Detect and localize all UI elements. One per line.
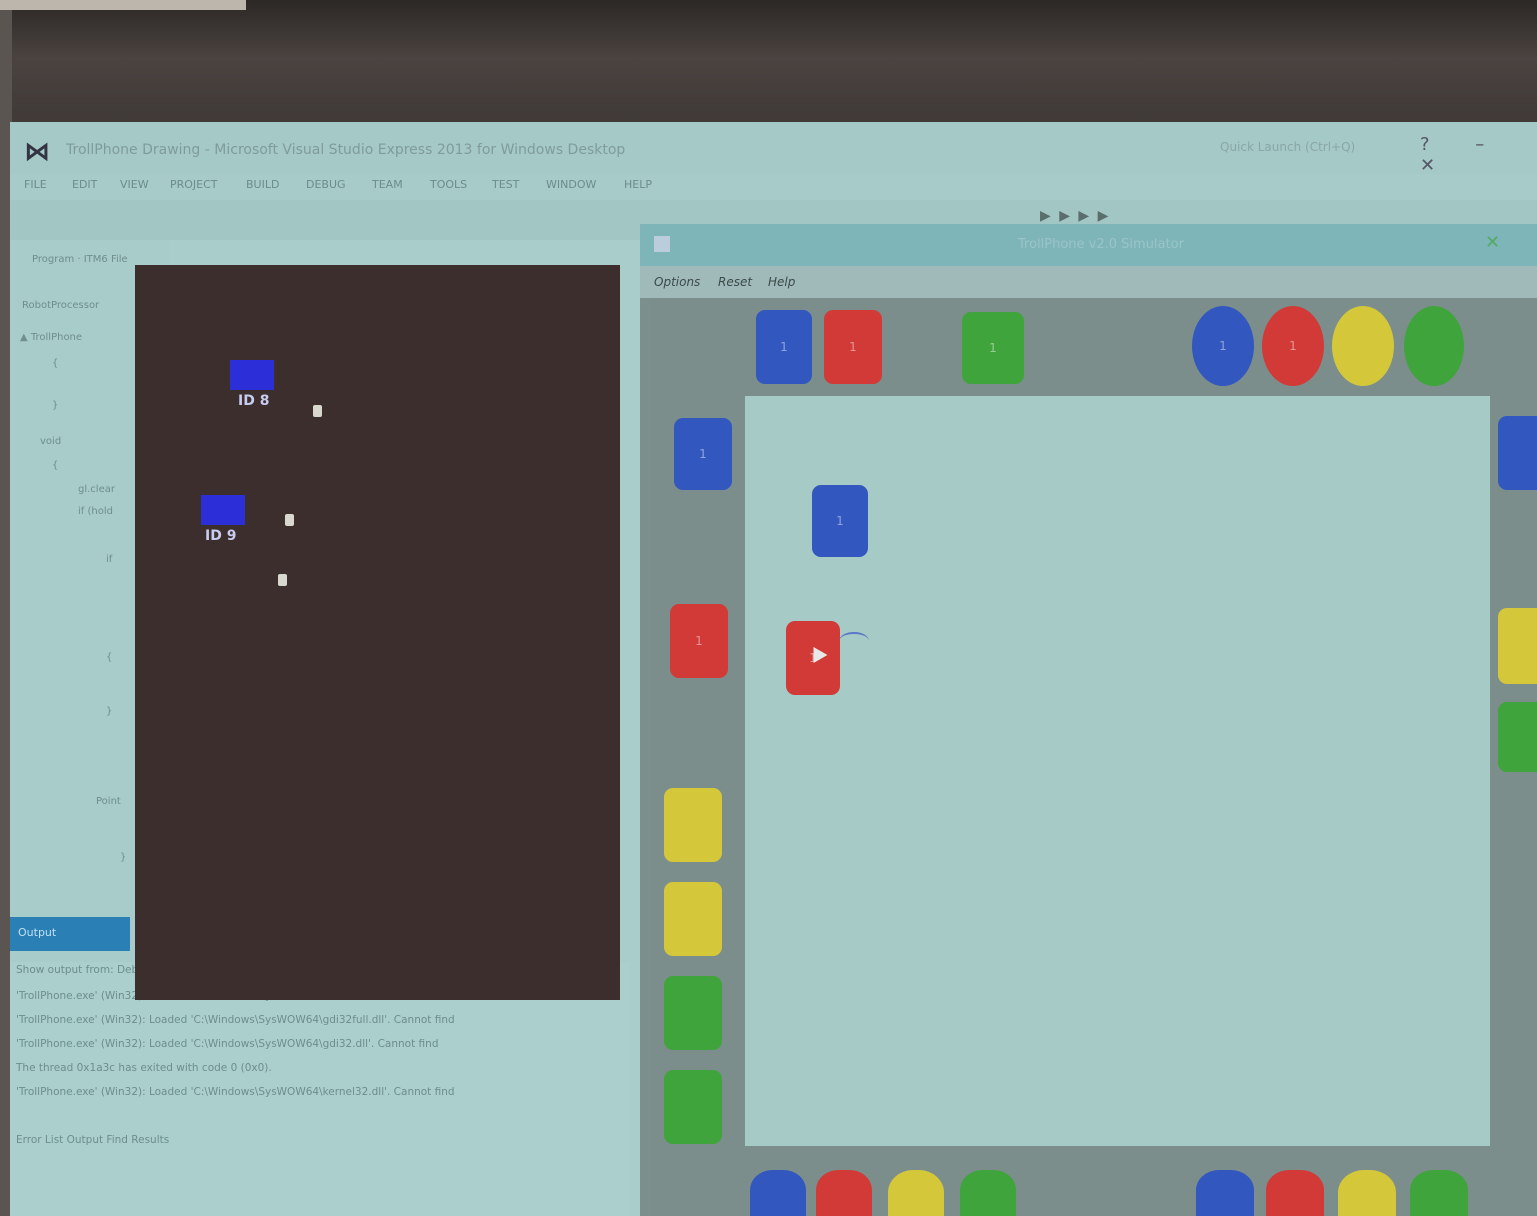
output-tab-label: Output [18,926,57,939]
green-oval-card[interactable] [1404,306,1464,386]
console-window[interactable]: ID 8 ID 9 [135,265,620,1000]
green-card[interactable] [960,1170,1016,1216]
blue-card[interactable]: 1 [756,310,812,384]
output-line[interactable]: Error List Output Find Results [16,1134,169,1146]
menu-view[interactable]: VIEW [120,178,149,191]
output-tab[interactable]: Output [10,917,130,951]
console-blue-box [201,495,245,525]
menu-tools[interactable]: TOOLS [430,178,467,191]
menu-options[interactable]: Options [654,275,700,289]
game-board: 1 1 1 1 1 1 1 1 1 [650,298,1537,1216]
code-line: gl.clear [78,484,115,495]
close-icon[interactable]: ✕ [1485,232,1500,253]
card-label: 1 [1289,339,1297,353]
code-line: { [106,652,113,663]
monitor-bezel-top [0,0,1537,130]
toolbar-run-buttons[interactable]: ▶ ▶ ▶ ▶ [1040,208,1110,224]
console-dot [313,405,322,417]
wall-strip [0,0,246,10]
code-line: ▲ TrollPhone [20,332,83,343]
red-oval-card[interactable]: 1 [1262,306,1324,386]
window-controls[interactable]: ? – ✕ [1420,134,1537,176]
blue-card[interactable] [750,1170,806,1216]
console-label: ID 9 [205,528,237,544]
console-blue-box [230,360,274,390]
ide-menu-bar: FILE EDIT VIEW PROJECT BUILD DEBUG TEAM … [10,174,1537,200]
output-line: 'TrollPhone.exe' (Win32): Loaded 'C:\Win… [16,1086,455,1098]
quick-launch-box[interactable]: Quick Launch (Ctrl+Q) [1220,140,1355,154]
red-card[interactable] [816,1170,872,1216]
menu-help[interactable]: HELP [624,178,652,191]
menu-edit[interactable]: EDIT [72,178,97,191]
output-line: 'TrollPhone.exe' (Win32): Loaded 'C:\Win… [16,1038,439,1050]
green-card[interactable] [1410,1170,1468,1216]
menu-help[interactable]: Help [768,275,795,289]
yellow-card[interactable] [1498,608,1537,684]
card-label: 1 [1219,339,1227,353]
green-card[interactable]: 1 [962,312,1024,384]
code-line: Point [96,796,121,807]
card-label: 1 [836,514,844,528]
red-card[interactable]: 1 [670,604,728,678]
code-line: if [106,554,113,565]
code-line: } [52,400,59,411]
red-card[interactable]: 1 [824,310,882,384]
menu-build[interactable]: BUILD [246,178,279,191]
code-line: { [52,460,59,471]
menu-debug[interactable]: DEBUG [306,178,346,191]
output-line: Show output from: Debug [16,964,152,976]
card-label: 1 [695,634,703,648]
blue-card[interactable] [1498,416,1537,490]
red-card[interactable] [1266,1170,1324,1216]
ide-title-bar: ⋈ TrollPhone Drawing - Microsoft Visual … [10,122,1537,176]
menu-project[interactable]: PROJECT [170,178,218,191]
code-line: } [120,852,127,863]
game-window: TrollPhone v2.0 Simulator ✕ Options Rese… [640,224,1537,1216]
menu-team[interactable]: TEAM [372,178,403,191]
output-line: The thread 0x1a3c has exited with code 0… [16,1062,272,1074]
code-line: Program · ITM6 File [32,254,128,265]
code-line: RobotProcessor [22,300,100,311]
menu-file[interactable]: FILE [24,178,47,191]
yellow-card[interactable] [1338,1170,1396,1216]
yellow-oval-card[interactable] [1332,306,1394,386]
output-line: 'TrollPhone.exe' (Win32): Loaded 'C:\Win… [16,1014,455,1026]
card-label: 1 [989,341,997,355]
card-label: 1 [849,340,857,354]
ide-window-title: TrollPhone Drawing - Microsoft Visual St… [66,142,626,158]
green-card[interactable] [664,976,722,1050]
code-line: } [106,706,113,717]
code-line: if (hold [78,506,113,517]
yellow-card[interactable] [664,882,722,956]
menu-test[interactable]: TEST [492,178,519,191]
drag-trail [839,632,869,650]
visual-studio-window: ⋈ TrollPhone Drawing - Microsoft Visual … [10,122,1537,1216]
blue-card[interactable]: 1 [674,418,732,490]
output-pane[interactable]: Show output from: Debug 'TrollPhone.exe'… [10,962,630,1216]
green-card[interactable] [1498,702,1537,772]
green-card[interactable] [664,1070,722,1144]
game-window-title: TrollPhone v2.0 Simulator [1018,237,1184,252]
game-menu-bar: Options Reset Help [640,266,1537,298]
blue-card[interactable] [1196,1170,1254,1216]
yellow-card[interactable] [664,788,722,862]
card-label: 1 [699,447,707,461]
app-icon [654,236,670,252]
console-dot [278,574,287,586]
console-dot [285,514,294,526]
blue-card[interactable]: 1 [812,485,868,557]
console-label: ID 8 [238,393,270,409]
menu-reset[interactable]: Reset [718,275,752,289]
code-line: { [52,358,59,369]
menu-window[interactable]: WINDOW [546,178,596,191]
game-title-bar: TrollPhone v2.0 Simulator ✕ [640,224,1537,266]
blue-oval-card[interactable]: 1 [1192,306,1254,386]
play-area[interactable]: 1 1 [745,396,1490,1146]
visual-studio-logo-icon: ⋈ [24,137,50,167]
card-label: 1 [780,340,788,354]
yellow-card[interactable] [888,1170,944,1216]
code-line: void [40,436,62,447]
